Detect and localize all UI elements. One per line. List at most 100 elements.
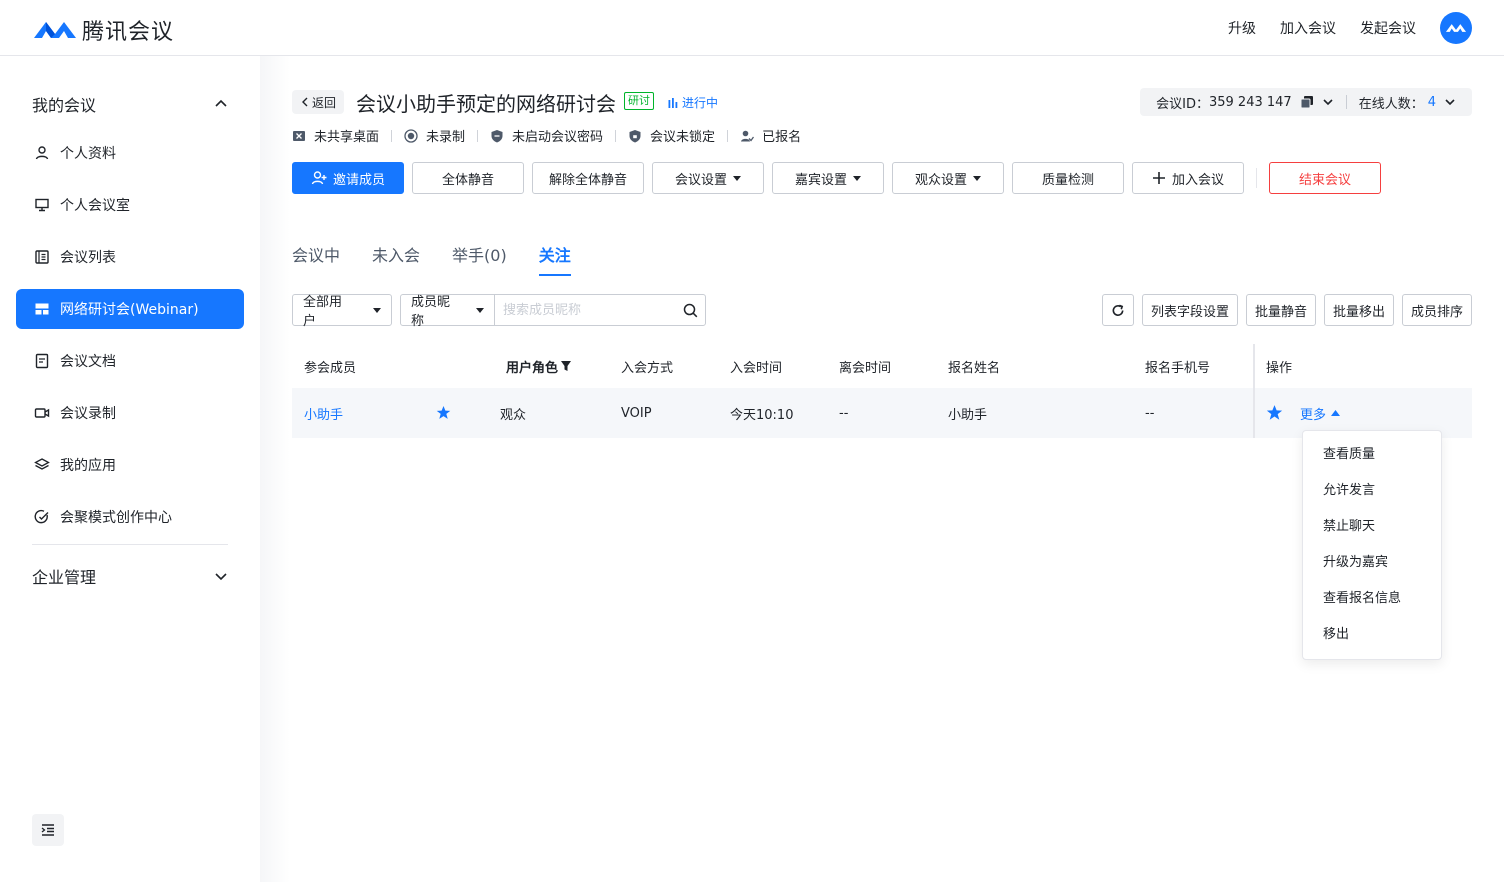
menu-item-promote-guest[interactable]: 升级为嘉宾 <box>1303 545 1441 581</box>
more-actions-menu: 查看质量 允许发言 禁止聊天 升级为嘉宾 查看报名信息 移出 <box>1302 430 1442 660</box>
button-label: 解除全体静音 <box>548 172 627 188</box>
start-meeting-link[interactable]: 发起会议 <box>1360 18 1416 38</box>
sidebar-item-label: 网络研讨会(Webinar) <box>60 302 199 318</box>
sidebar-item-my-apps[interactable]: 我的应用 <box>16 445 244 485</box>
member-search-input[interactable] <box>495 295 675 325</box>
tab-not-joined[interactable]: 未入会 <box>372 242 420 276</box>
collapse-sidebar-button[interactable] <box>32 814 64 846</box>
list-icon <box>34 249 50 265</box>
avatar[interactable] <box>1440 12 1472 44</box>
state-separator <box>477 129 479 142</box>
meeting-status: 进行中 <box>668 94 718 111</box>
tab-followed[interactable]: 关注 <box>538 242 571 276</box>
more-label: 更多 <box>1300 407 1327 423</box>
upgrade-link[interactable]: 升级 <box>1228 18 1256 38</box>
meeting-states: 未共享桌面 未录制 未启动会议密码 会议未锁定 已报名 <box>292 126 801 145</box>
tencent-meeting-logo-icon <box>34 22 76 38</box>
col-role[interactable]: 用户角色 <box>506 357 572 376</box>
sidebar-item-label: 个人资料 <box>60 146 116 162</box>
more-button[interactable]: 更多 <box>1300 404 1341 423</box>
star-icon[interactable] <box>436 405 451 424</box>
menu-item-remove[interactable]: 移出 <box>1303 617 1441 653</box>
menu-item-ban-chat[interactable]: 禁止聊天 <box>1303 509 1441 545</box>
chevron-down-icon[interactable] <box>1444 96 1456 108</box>
sidebar-item-documents[interactable]: 会议文档 <box>16 341 244 381</box>
sidebar-item-label: 会聚模式创作中心 <box>60 510 172 526</box>
join-meeting-link[interactable]: 加入会议 <box>1280 18 1336 38</box>
mute-all-button[interactable]: 全体静音 <box>412 162 524 194</box>
page-title: 会议小助手预定的网络研讨会 <box>356 92 616 116</box>
brand-logo[interactable]: 腾讯会议 <box>32 14 174 46</box>
bars-icon <box>668 97 678 108</box>
col-leave-time: 离会时间 <box>839 360 892 376</box>
shield-icon <box>491 129 503 142</box>
quality-check-button[interactable]: 质量检测 <box>1012 162 1124 194</box>
online-count-label: 在线人数： <box>1358 96 1424 112</box>
user-icon <box>34 145 50 161</box>
sidebar-item-meeting-list[interactable]: 会议列表 <box>16 237 244 277</box>
chevron-down-icon[interactable] <box>1322 96 1334 108</box>
refresh-icon <box>1112 304 1124 316</box>
select-value: 成员昵称 <box>411 295 451 329</box>
member-name[interactable]: 小助手 <box>304 404 343 423</box>
batch-mute-button[interactable]: 批量静音 <box>1245 294 1316 326</box>
member-tabs: 会议中 未入会 举手(0) 关注 <box>292 242 571 276</box>
member-join-time: 今天10:10 <box>730 407 794 423</box>
state-label: 未启动会议密码 <box>512 130 604 145</box>
sidebar-item-recordings[interactable]: 会议录制 <box>16 393 244 433</box>
meeting-settings-button[interactable]: 会议设置 <box>652 162 764 194</box>
sidebar-section-enterprise[interactable]: 企业管理 <box>32 564 228 588</box>
col-reg-name: 报名姓名 <box>948 360 1001 376</box>
screen-share-off-icon <box>293 130 305 141</box>
menu-item-view-quality[interactable]: 查看质量 <box>1303 437 1441 473</box>
tab-in-meeting[interactable]: 会议中 <box>292 242 340 276</box>
back-button[interactable]: 返回 <box>292 90 345 114</box>
guest-settings-button[interactable]: 嘉宾设置 <box>772 162 884 194</box>
sidebar-item-personal-room[interactable]: 个人会议室 <box>16 185 244 225</box>
caret-down-icon <box>476 307 484 313</box>
state-label: 已报名 <box>762 130 802 145</box>
sidebar-item-label: 会议文档 <box>60 354 116 370</box>
user-filter-select[interactable]: 全部用户 <box>292 294 392 329</box>
sidebar-item-profile[interactable]: 个人资料 <box>16 133 244 173</box>
member-sort-button[interactable]: 成员排序 <box>1401 294 1472 326</box>
button-label: 邀请成员 <box>332 172 385 188</box>
button-label: 会议设置 <box>674 172 727 188</box>
menu-item-view-registration[interactable]: 查看报名信息 <box>1303 581 1441 617</box>
online-count-value: 4 <box>1427 94 1436 110</box>
actions-column-divider <box>1253 344 1255 438</box>
follow-star-icon[interactable] <box>1266 404 1283 425</box>
copy-icon[interactable] <box>1300 95 1314 109</box>
brand-name: 腾讯会议 <box>82 20 175 45</box>
button-label: 结束会议 <box>1298 172 1351 188</box>
sidebar-section-my-meetings[interactable]: 我的会议 <box>32 92 228 116</box>
col-join-method: 入会方式 <box>621 360 674 376</box>
document-icon <box>34 353 50 369</box>
column-label: 用户角色 <box>506 360 559 376</box>
indent-icon <box>41 824 54 836</box>
caret-down-icon <box>973 175 981 181</box>
unmute-all-button[interactable]: 解除全体静音 <box>532 162 644 194</box>
sidebar-item-creation-center[interactable]: 会聚模式创作中心 <box>16 497 244 537</box>
batch-remove-button[interactable]: 批量移出 <box>1323 294 1394 326</box>
col-join-time: 入会时间 <box>730 360 783 376</box>
search-icon[interactable] <box>675 295 705 325</box>
audience-settings-button[interactable]: 观众设置 <box>892 162 1004 194</box>
column-settings-button[interactable]: 列表字段设置 <box>1141 294 1238 326</box>
state-registration: 已报名 <box>740 126 801 145</box>
end-meeting-button[interactable]: 结束会议 <box>1269 162 1381 194</box>
search-field-select[interactable]: 成员昵称 <box>401 295 495 329</box>
monitor-icon <box>34 197 50 213</box>
refresh-button[interactable] <box>1101 294 1134 326</box>
join-meeting-button[interactable]: 加入会议 <box>1132 162 1244 194</box>
state-label: 未共享桌面 <box>314 130 380 145</box>
button-label: 嘉宾设置 <box>794 172 847 188</box>
filter-icon[interactable] <box>560 360 572 372</box>
sidebar-item-webinar[interactable]: 网络研讨会(Webinar) <box>16 289 244 329</box>
filters: 全部用户 成员昵称 <box>292 294 706 329</box>
webinar-icon <box>34 301 50 317</box>
menu-item-allow-speak[interactable]: 允许发言 <box>1303 473 1441 509</box>
invite-members-button[interactable]: 邀请成员 <box>292 162 404 194</box>
tab-raised-hands[interactable]: 举手(0) <box>452 242 507 276</box>
state-password: 未启动会议密码 <box>490 126 603 145</box>
